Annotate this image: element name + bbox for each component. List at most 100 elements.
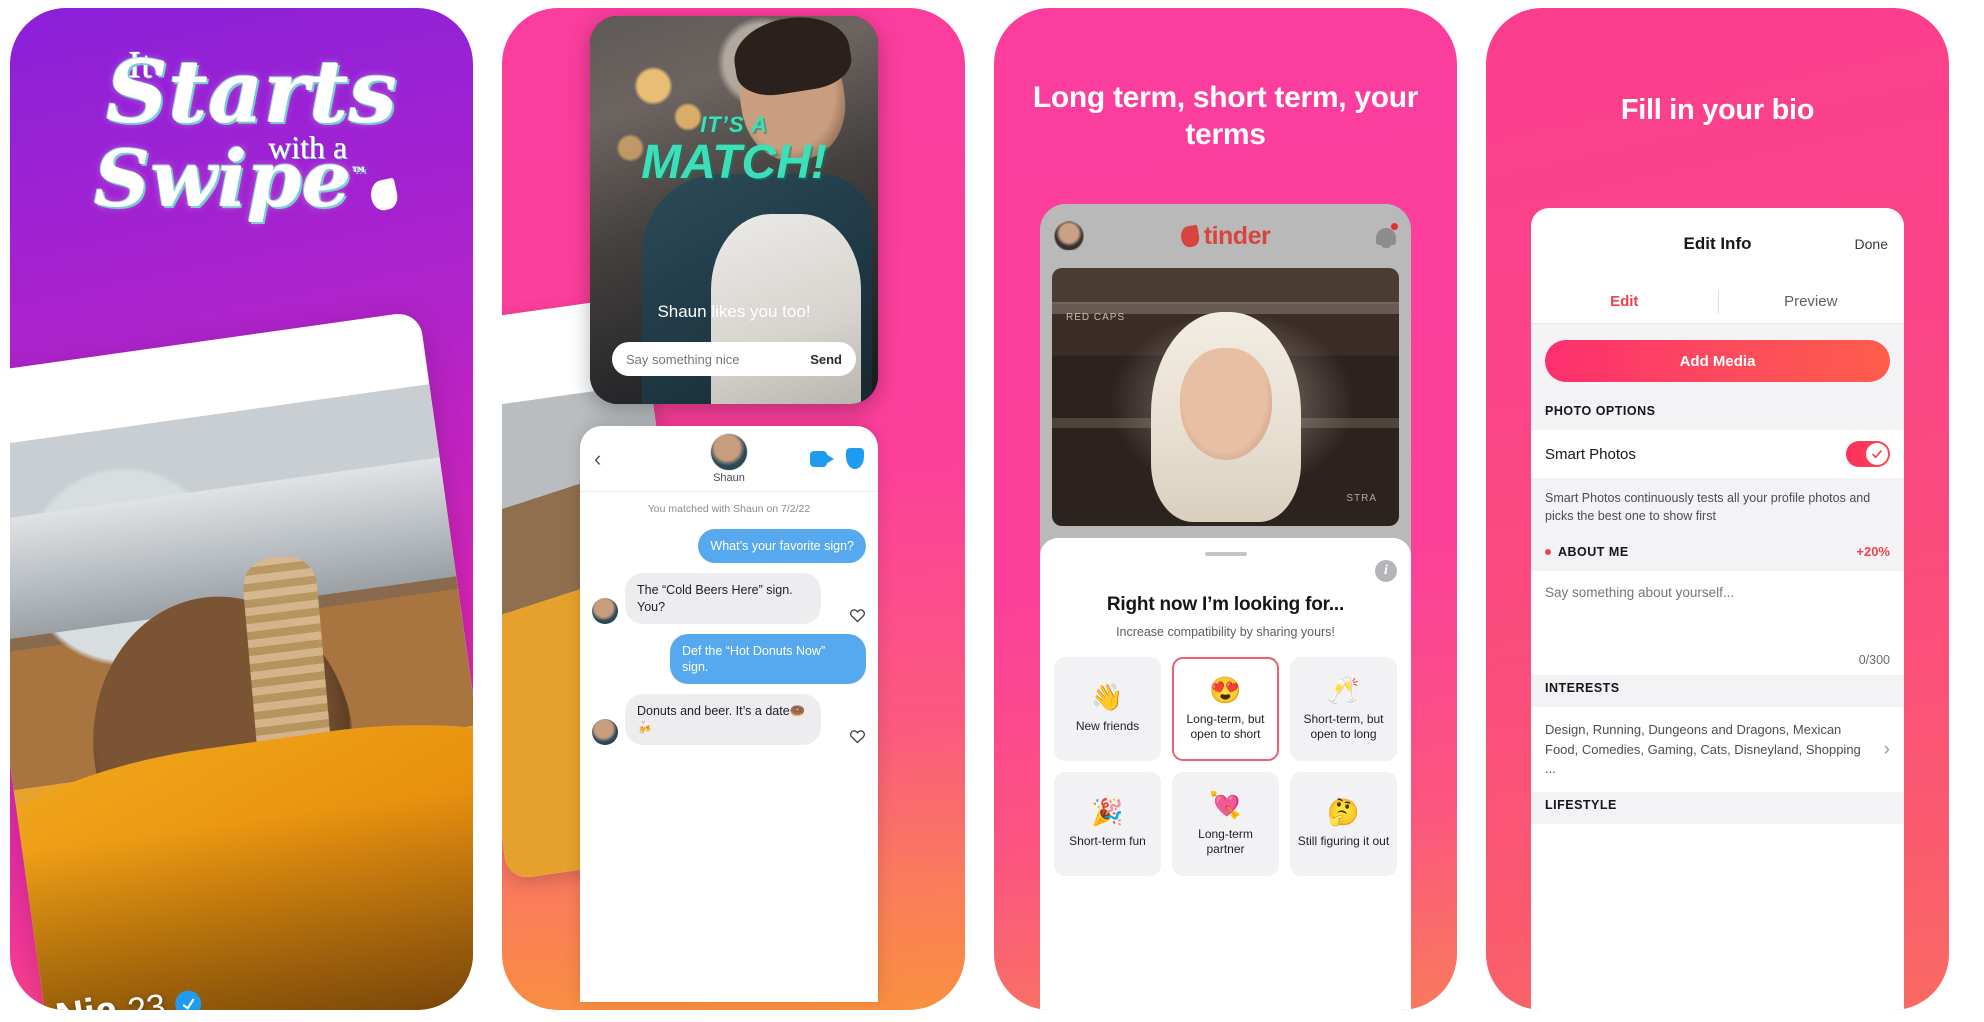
about-me-header: ABOUT ME +20%: [1531, 538, 1904, 572]
about-me-field[interactable]: Say something about yourself... 0/300: [1531, 571, 1904, 676]
chat-thread-screen: ‹ Shaun You matched with Shaun on 7/2/22…: [580, 426, 878, 1002]
chat-message-row: Donuts and beer. It’s a date🍩🍻: [580, 689, 878, 750]
tab-preview[interactable]: Preview: [1717, 280, 1905, 323]
chat-header: ‹ Shaun: [580, 426, 878, 492]
lifestyle-header: LIFESTYLE: [1531, 791, 1904, 824]
section-label: ABOUT ME: [1558, 544, 1629, 559]
option-short-term-open-to-long[interactable]: 🥂 Short-term, but open to long: [1290, 657, 1397, 761]
background-sign-text: STRA: [1346, 493, 1377, 504]
chevron-left-icon[interactable]: ‹: [594, 447, 601, 470]
chat-match-date: You matched with Shaun on 7/2/22: [647, 503, 811, 515]
chat-actions: [810, 448, 864, 469]
chat-message-row: What’s your favorite sign?: [580, 524, 878, 568]
chat-title: Shaun: [713, 472, 745, 484]
logo-line-swipe: Swipe™: [18, 140, 473, 218]
looking-for-options-grid: 👋 New friends 😍 Long-term, but open to s…: [1040, 639, 1411, 876]
swipe-card-photo: RED CAPS STRA: [1052, 268, 1399, 526]
video-camera-icon[interactable]: [810, 450, 834, 467]
notification-dot: [1391, 223, 1398, 230]
add-media-section: Add Media: [1531, 324, 1904, 398]
interests-value: Design, Running, Dungeons and Dragons, M…: [1545, 722, 1861, 777]
option-long-term-partner[interactable]: 💘 Long-term partner: [1172, 772, 1279, 876]
chat-message-row: The “Cold Beers Here” sign. You?: [580, 568, 878, 629]
option-label: Long-term partner: [1198, 827, 1253, 856]
chat-bubble-incoming: The “Cold Beers Here” sign. You?: [625, 573, 821, 624]
background-sign-text: RED CAPS: [1066, 312, 1126, 323]
heart-icon[interactable]: [849, 607, 866, 624]
match-message-input[interactable]: [626, 351, 778, 367]
add-media-button[interactable]: Add Media: [1545, 340, 1890, 382]
it-starts-with-a-swipe-logo: It Starts with a Swipe™: [10, 42, 473, 218]
screenshot-panel-4[interactable]: Fill in your bio Edit Info Done Edit Pre…: [1486, 8, 1949, 1010]
interests-row[interactable]: Design, Running, Dungeons and Dragons, M…: [1531, 707, 1904, 792]
edit-info-screen: Edit Info Done Edit Preview Add Media PH…: [1531, 208, 1904, 1010]
chat-bubble-outgoing: What’s your favorite sign?: [698, 529, 866, 564]
send-button[interactable]: Send: [810, 352, 842, 367]
option-short-term-fun[interactable]: 🎉 Short-term fun: [1054, 772, 1161, 876]
heart-eyes-icon: 😍: [1209, 675, 1242, 706]
shield-icon[interactable]: [846, 448, 864, 469]
app-top-bar: tinder: [1040, 204, 1411, 268]
tab-edit[interactable]: Edit: [1531, 280, 1718, 323]
about-me-completion-badge: +20%: [1856, 544, 1890, 560]
its-a-match-screen: IT’S A MATCH! Shaun likes you too! Send: [590, 16, 878, 404]
screenshot-panel-3[interactable]: Long term, short term, your terms tinder…: [994, 8, 1457, 1010]
match-subtitle: Shaun likes you too!: [657, 302, 811, 321]
option-label: Short-term, but open to long: [1303, 712, 1384, 741]
brand-name: tinder: [1203, 221, 1271, 250]
screenshot-panel-1[interactable]: It Starts with a Swipe™ Nia 23: [10, 8, 473, 1010]
profile-age: 23: [125, 987, 169, 1010]
match-message-composer[interactable]: Send: [612, 342, 856, 376]
its-a-label: IT’S A: [700, 112, 768, 137]
heart-with-arrow-icon: 💘: [1209, 790, 1242, 821]
checkmark-icon: [1866, 443, 1888, 465]
edit-info-navbar: Edit Info Done: [1531, 208, 1904, 280]
sheet-subheading: Increase compatibility by sharing yours!: [1116, 625, 1335, 639]
option-label: Long-term, but open to short: [1186, 712, 1265, 741]
panel-headline: Fill in your bio: [1620, 94, 1815, 126]
chat-bubble-outgoing: Def the “Hot Donuts Now” sign.: [670, 633, 866, 685]
avatar: [710, 433, 748, 471]
looking-for-sheet: i Right now I’m looking for... Increase …: [1040, 538, 1411, 1010]
section-label: INTERESTS: [1545, 681, 1620, 696]
drag-handle-icon[interactable]: [1204, 552, 1247, 556]
avatar: [592, 597, 618, 624]
required-dot-icon: [1545, 548, 1551, 555]
match-label: MATCH!: [641, 136, 827, 189]
verified-check-icon: [173, 989, 203, 1010]
tinder-logo: tinder: [1040, 222, 1411, 251]
done-button[interactable]: Done: [1855, 236, 1888, 252]
chat-message-row: Def the “Hot Donuts Now” sign.: [580, 629, 878, 690]
chat-bubble-incoming: Donuts and beer. It’s a date🍩🍻: [625, 694, 821, 745]
logo-swipe-text: Swipe: [93, 133, 352, 225]
app-store-screenshot-gallery: It Starts with a Swipe™ Nia 23: [0, 0, 1984, 1022]
about-me-placeholder: Say something about yourself...: [1545, 585, 1735, 601]
smart-photos-toggle[interactable]: [1846, 441, 1890, 467]
trademark-symbol: ™: [351, 163, 368, 183]
logo-line-starts: Starts: [105, 42, 397, 143]
profile-card[interactable]: Nia 23: [10, 310, 473, 1010]
avatar: [592, 718, 618, 745]
party-popper-icon: 🎉: [1091, 797, 1124, 828]
about-me-character-counter: 0/300: [1858, 653, 1890, 668]
panel-headline: Long term, short term, your terms: [1032, 81, 1419, 151]
screenshot-panel-2[interactable]: IT’S A MATCH! Shaun likes you too! Send …: [502, 8, 965, 1010]
section-label: PHOTO OPTIONS: [1545, 404, 1656, 418]
option-label: New friends: [1075, 719, 1140, 734]
phone-mockup: tinder RED CAPS STRA i Right now I’m loo…: [1040, 204, 1411, 1010]
its-a-match-banner: IT’S A MATCH!: [590, 112, 878, 188]
heart-icon[interactable]: [849, 728, 866, 745]
tinder-flame-icon: [1179, 224, 1201, 248]
smart-photos-row[interactable]: Smart Photos: [1531, 430, 1904, 478]
chevron-right-icon: ›: [1883, 738, 1890, 760]
option-still-figuring-it-out[interactable]: 🤔 Still figuring it out: [1290, 772, 1397, 876]
waving-hand-icon: 👋: [1091, 682, 1124, 713]
interests-header: INTERESTS: [1531, 675, 1904, 708]
info-icon[interactable]: i: [1375, 560, 1397, 582]
option-long-term-open-to-short[interactable]: 😍 Long-term, but open to short: [1172, 657, 1279, 761]
sheet-heading: Right now I’m looking for...: [1106, 594, 1345, 615]
photo-options-header: PHOTO OPTIONS: [1531, 398, 1904, 430]
notification-bell-icon[interactable]: [1375, 223, 1398, 248]
smart-photos-helper-text: Smart Photos continuously tests all your…: [1531, 478, 1904, 539]
option-new-friends[interactable]: 👋 New friends: [1054, 657, 1161, 761]
